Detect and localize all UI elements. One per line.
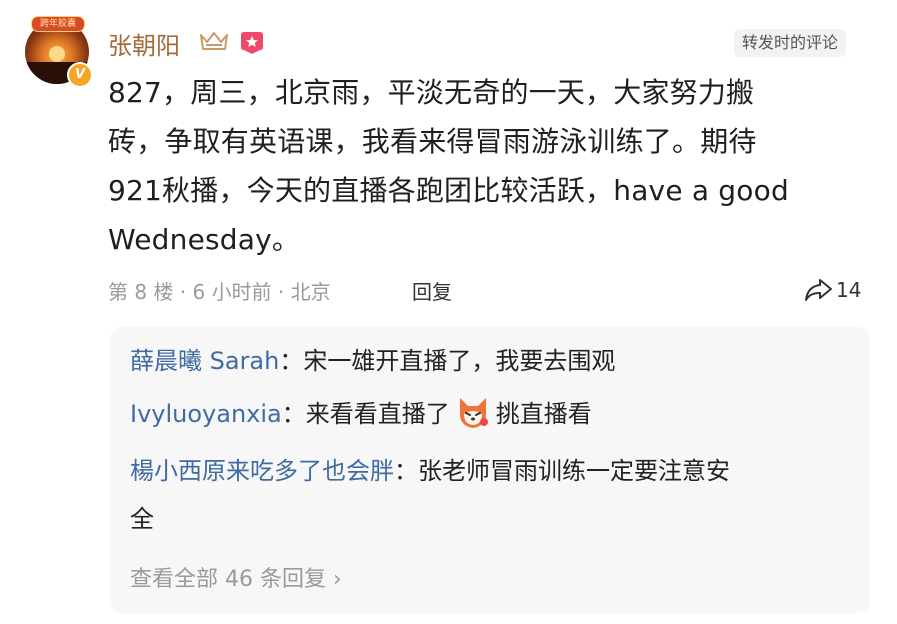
reply-item: 薛晨曦 Sarah：宋一雄开直播了，我要去围观: [130, 347, 616, 375]
comment-username[interactable]: 张朝阳: [108, 26, 180, 61]
comment-meta: 第 8 楼 · 6 小时前 · 北京: [108, 280, 331, 304]
reply-item: 楊小西原来吃多了也会胖：张老师冒雨训练一定要注意安 全: [130, 447, 855, 543]
repost-comment-tag: 转发时的评论: [734, 29, 847, 57]
content-line: 827，周三，北京雨，平淡无奇的一天，大家努力搬: [108, 76, 755, 109]
fan-badge-icon: [241, 32, 263, 54]
verified-icon: V: [67, 62, 93, 88]
view-all-replies-link[interactable]: 查看全部 46 条回复 ›: [130, 561, 342, 593]
avatar-badge: 跨年胶囊: [31, 16, 85, 32]
reply-text: 挑直播看: [495, 400, 592, 428]
content-line: Wednesday。: [108, 223, 301, 256]
content-line: 砖，争取有英语课，我看来得冒雨游泳训练了。期待: [108, 125, 757, 158]
user-avatar[interactable]: 跨年胶囊 V: [25, 16, 93, 88]
share-icon: [805, 279, 832, 301]
fox-emoji-icon: [459, 398, 488, 428]
reply-text: 宋一雄开直播了，我要去围观: [303, 347, 616, 375]
comment-content: 827，周三，北京雨，平淡无奇的一天，大家努力搬 砖，争取有英语课，我看来得冒雨…: [108, 68, 848, 264]
share-count: 14: [836, 278, 862, 302]
reply-author[interactable]: 薛晨曦 Sarah: [130, 347, 279, 375]
reply-text: 全: [130, 505, 154, 533]
reply-author[interactable]: 楊小西原来吃多了也会胖: [130, 457, 394, 485]
reply-list: 薛晨曦 Sarah：宋一雄开直播了，我要去围观 Ivyluoyanxia：来看看…: [110, 327, 870, 613]
reply-item: Ivyluoyanxia：来看看直播了 挑直播看: [130, 390, 855, 438]
crown-icon: [200, 32, 228, 50]
reply-button[interactable]: 回复: [412, 276, 452, 305]
reply-author[interactable]: Ivyluoyanxia: [130, 400, 282, 428]
content-line: 921秋播，今天的直播各跑团比较活跃，have a good: [108, 174, 789, 207]
reply-text: 张老师冒雨训练一定要注意安: [418, 457, 730, 485]
share-button[interactable]: 14: [804, 277, 861, 303]
reply-text: 来看看直播了: [305, 400, 450, 428]
